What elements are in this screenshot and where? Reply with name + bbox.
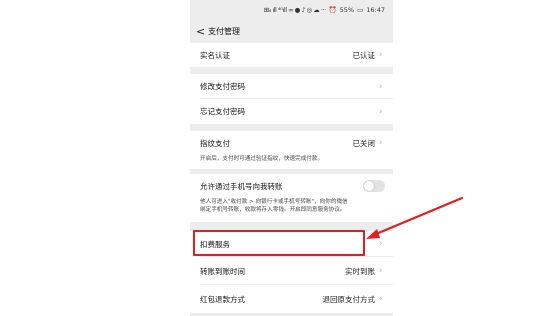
row-forgot-password-label: 忘记支付密码 (200, 107, 245, 116)
battery-level: 55% (339, 6, 355, 14)
status-icons: ⊞₄ ıll ⁴ᴳıll ∞ ● ♪ ◎ ☁ ··· (263, 6, 326, 14)
group-identity: 实名认证 已认证 › (190, 43, 393, 67)
row-red-packet-refund-value: 退回原支付方式 (322, 294, 376, 304)
chevron-right-icon: › (379, 294, 383, 304)
row-transfer-time-value: 实时到账 (345, 266, 375, 276)
chevron-right-icon: › (379, 138, 383, 148)
chevron-right-icon: › (379, 106, 383, 117)
row-phone-transfer: 允许通过手机号向我转账 (190, 174, 393, 198)
row-red-packet-refund-label: 红包退款方式 (200, 294, 245, 304)
clock: 16:47 (366, 6, 385, 14)
chevron-right-icon: › (379, 81, 383, 92)
row-red-packet-refund[interactable]: 红包退款方式 退回原支付方式 › (190, 285, 393, 313)
back-arrow-icon[interactable]: < (196, 25, 208, 38)
chevron-right-icon: › (379, 266, 383, 276)
group-phone-transfer: 允许通过手机号向我转账 他人可进入"收付款 > 向银行卡或手机号转账"，向你的微… (190, 174, 393, 222)
annotation-highlight-box (193, 230, 365, 256)
nav-bar: < 支付管理 (190, 20, 393, 42)
page-title: 支付管理 (208, 26, 240, 36)
phone-transfer-description-line-2: 绑定手机号转账，收款将存入零钱。开启即同意服务协议。 (200, 207, 346, 213)
toggle-knob (364, 181, 374, 191)
row-transfer-time[interactable]: 转账到账时间 实时到账 › (190, 257, 393, 285)
chevron-right-icon: › (379, 239, 383, 249)
alarm-icon: ⏰ (328, 6, 337, 14)
row-phone-transfer-label: 允许通过手机号向我转账 (200, 181, 283, 191)
chevron-right-icon: › (379, 50, 383, 60)
fingerprint-description: 开启后，支付时可通过验证指纹，快速完成付款。 (200, 156, 324, 162)
row-change-password-label: 修改支付密码 (200, 82, 245, 91)
row-change-password[interactable]: 修改支付密码 › (190, 74, 393, 99)
group-fingerprint: 指纹支付 已关闭 › 开启后，支付时可通过验证指纹，快速完成付款。 (190, 131, 393, 169)
battery-icon: ▭ (357, 6, 364, 14)
phone-transfer-description-line-1: 他人可进入"收付款 > 向银行卡或手机号转账"，向你的微信 (200, 199, 348, 205)
phone-transfer-toggle[interactable] (363, 180, 385, 192)
row-forgot-password[interactable]: 忘记支付密码 › (190, 99, 393, 124)
row-fingerprint-label: 指纹支付 (200, 138, 230, 148)
row-real-name-value: 已认证 (352, 50, 376, 60)
row-transfer-time-label: 转账到账时间 (200, 266, 245, 276)
row-real-name[interactable]: 实名认证 已认证 › (190, 43, 393, 67)
group-password: 修改支付密码 › 忘记支付密码 › (190, 74, 393, 124)
row-fingerprint-value: 已关闭 (352, 138, 376, 148)
status-bar: ⊞₄ ıll ⁴ᴳıll ∞ ● ♪ ◎ ☁ ··· ⏰ 55% ▭ 16:47 (190, 0, 393, 20)
phone-screen: ⊞₄ ıll ⁴ᴳıll ∞ ● ♪ ◎ ☁ ··· ⏰ 55% ▭ 16:47… (190, 0, 393, 316)
row-fingerprint[interactable]: 指纹支付 已关闭 › (190, 131, 393, 155)
row-real-name-label: 实名认证 (200, 50, 230, 60)
